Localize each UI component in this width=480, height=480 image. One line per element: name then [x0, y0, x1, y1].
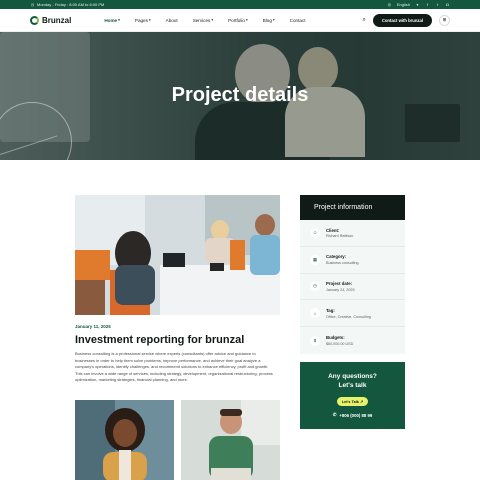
- nav-item-services[interactable]: Services ▾: [193, 18, 213, 23]
- main-nav: Home ▾ Pages ▾ About Services ▾ Portfolio ▾ …: [104, 18, 305, 23]
- globe-icon: ◎: [387, 2, 392, 7]
- meeting-photo: [75, 195, 280, 315]
- chevron-down-icon: ▾: [118, 18, 120, 22]
- user-icon: ☺: [310, 227, 320, 238]
- info-row-tag: ⌂ Tag: Office, Creative, Consulting: [300, 300, 405, 328]
- man-photo: [181, 400, 280, 480]
- dollar-icon: $: [310, 335, 320, 346]
- info-value: January 24, 2025: [326, 287, 355, 292]
- nav-item-blog[interactable]: Blog ▾: [263, 18, 275, 23]
- nav-label: Pages: [134, 17, 148, 23]
- post-date: January 11, 2025: [75, 324, 111, 329]
- top-bar: ◷ Monday - Friday : 8:00 AM to 6:00 PM ◎…: [0, 0, 480, 9]
- gallery-image-1: [75, 400, 174, 480]
- questions-title: Any questions? Let's talk: [328, 373, 377, 389]
- info-label: Client:: [326, 227, 340, 233]
- project-info-card: Project information ☺ Client: Richard Rat…: [300, 195, 405, 354]
- info-label: Tag:: [326, 308, 335, 314]
- post-body: Business consulting is a professional se…: [75, 351, 273, 383]
- info-value: Office, Creative, Consulting: [326, 314, 371, 319]
- nav-item-portfolio[interactable]: Portfolio ▾: [228, 18, 248, 23]
- info-row-category: ▦ Category: Business consulting: [300, 247, 405, 274]
- lets-talk-button[interactable]: Let's Talk ↗: [336, 397, 369, 406]
- page-title: Project details: [171, 84, 309, 106]
- info-label: Project date:: [326, 281, 353, 287]
- working-hours: Monday - Friday : 8:00 AM to 6:00 PM: [37, 2, 105, 7]
- facebook-icon[interactable]: f: [425, 2, 430, 7]
- info-label: Budgets:: [326, 335, 345, 341]
- nav-item-home[interactable]: Home ▾: [104, 18, 120, 23]
- site-header: Brunzal Home ▾ Pages ▾ About Services ▾ Por…: [0, 9, 480, 32]
- contact-button[interactable]: Contact with brunzal: [372, 13, 432, 27]
- nav-label: Portfolio: [228, 17, 245, 23]
- button-label: Let's Talk: [341, 400, 359, 404]
- nav-label: Contact: [289, 17, 306, 23]
- chevron-down-icon: ▾: [148, 18, 151, 22]
- gallery-image-2: [181, 400, 280, 480]
- phone-icon: ✆: [332, 412, 337, 417]
- info-value: Business consulting: [326, 260, 359, 265]
- chevron-down-icon: ▾: [211, 18, 214, 22]
- language-select[interactable]: English: [397, 2, 410, 7]
- info-row-client: ☺ Client: Richard Rattison: [300, 220, 405, 247]
- clock-icon: ◷: [30, 2, 35, 7]
- tag-icon: ⌂: [310, 308, 320, 319]
- nav-item-pages[interactable]: Pages ▾: [135, 18, 151, 23]
- chevron-down-icon: ▾: [245, 18, 248, 22]
- nav-item-about[interactable]: About: [166, 18, 178, 23]
- nav-item-contact[interactable]: Contact: [290, 18, 306, 23]
- logo-text: Brunzal: [42, 15, 72, 25]
- nav-label: Services: [192, 17, 211, 23]
- chevron-down-icon: ▾: [416, 2, 419, 7]
- questions-card: Any questions? Let's talk Let's Talk ↗ ✆…: [300, 362, 405, 429]
- woman-photo: [75, 400, 174, 480]
- logo[interactable]: Brunzal: [30, 15, 72, 25]
- menu-grid-icon[interactable]: ⊞: [439, 14, 450, 26]
- project-main-image: [75, 195, 280, 315]
- post-title: Investment reporting for brunzal: [75, 334, 245, 346]
- chevron-down-icon: ▾: [272, 18, 275, 22]
- nav-label: About: [165, 17, 178, 23]
- info-value: Richard Rattison: [326, 234, 354, 239]
- info-row-date: ◷ Project date: January 24, 2025: [300, 274, 405, 301]
- search-icon[interactable]: ⌕: [362, 17, 365, 24]
- arrow-right-icon: ↗: [359, 400, 364, 404]
- phone-link[interactable]: ✆ +806 (000) 88 99: [300, 412, 405, 418]
- nav-label: Blog: [262, 17, 272, 23]
- clock-icon: ◷: [310, 281, 320, 292]
- logo-icon: [30, 15, 39, 25]
- info-value: $60,000.00 USD: [326, 341, 354, 346]
- twitter-icon[interactable]: t: [435, 2, 440, 7]
- phone-number: +806 (000) 88 99: [339, 412, 373, 418]
- nav-label: Home: [104, 17, 118, 23]
- grid-icon: ▦: [310, 254, 320, 265]
- project-info-title: Project information: [300, 195, 405, 220]
- instagram-icon[interactable]: ◘: [445, 2, 450, 7]
- info-label: Category:: [326, 254, 347, 260]
- page-hero: Project details: [0, 32, 480, 160]
- info-row-budget: $ Budgets: $60,000.00 USD: [300, 327, 405, 354]
